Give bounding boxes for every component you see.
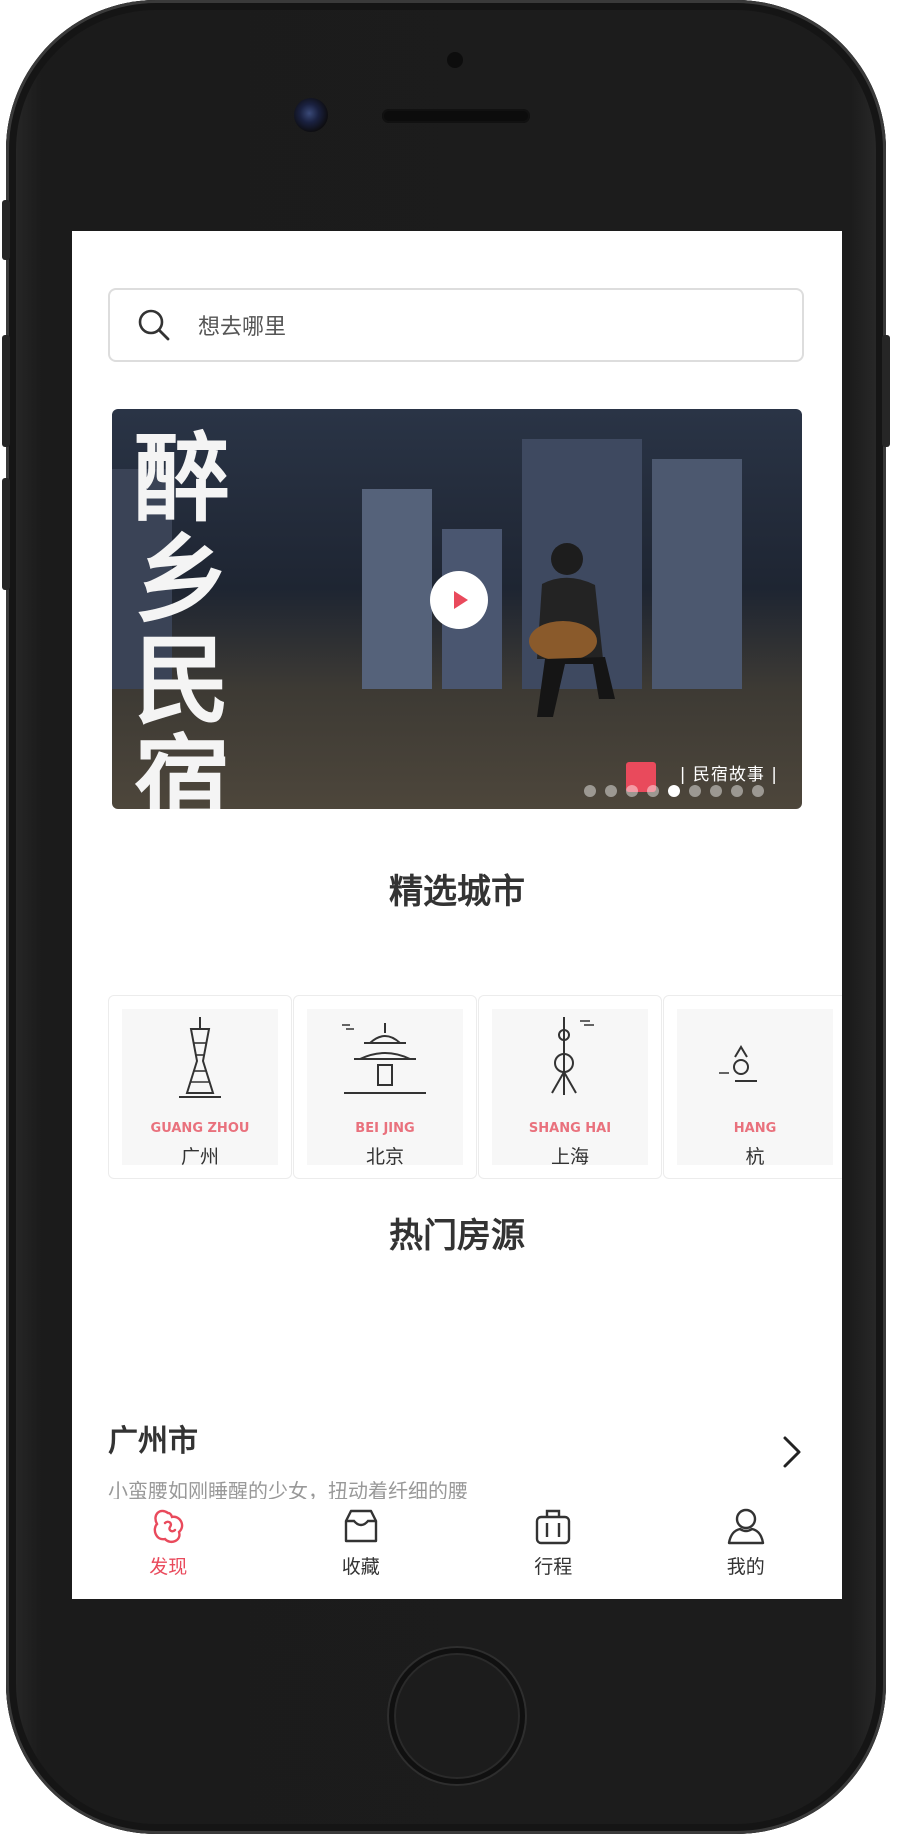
volume-up-button (2, 335, 10, 447)
carousel-dot[interactable] (731, 785, 743, 797)
search-bar[interactable]: 想去哪里 (108, 288, 804, 362)
carousel-dot[interactable] (584, 785, 596, 797)
city-name-en: GUANG ZHOU (150, 1121, 250, 1136)
tab-itinerary[interactable]: 行程 (457, 1499, 650, 1599)
city-card-image: GUANG ZHOU 广州 (122, 1009, 278, 1168)
carousel-dot[interactable] (752, 785, 764, 797)
pagoda-icon (719, 1045, 757, 1082)
pearl-tower-icon (551, 1017, 594, 1095)
carousel-dot[interactable] (605, 785, 617, 797)
background-building (652, 459, 742, 689)
city-name-cn: 北京 (365, 1146, 404, 1168)
city-card-hangzhou[interactable]: HANG 杭 (663, 995, 842, 1179)
chevron-right-icon[interactable] (779, 1432, 805, 1472)
volume-down-button (2, 478, 10, 590)
hero-banner[interactable]: 醉乡民宿 | 民宿故事 | (112, 409, 802, 809)
city-name-en: SHANG HAI (528, 1121, 612, 1136)
carousel-dot[interactable] (689, 785, 701, 797)
banner-headline: 醉乡民宿 (134, 422, 230, 809)
background-building (362, 489, 432, 689)
city-name-cn: 上海 (550, 1146, 589, 1168)
city-name-en: HANG (733, 1121, 777, 1136)
play-icon (454, 591, 468, 609)
city-name-cn: 广州 (180, 1146, 219, 1168)
canton-tower-icon (179, 1017, 221, 1098)
listing-city[interactable]: 广州市 (108, 1416, 198, 1460)
tab-label: 发现 (149, 1556, 188, 1578)
carousel-dot[interactable] (626, 785, 638, 797)
tab-label: 我的 (726, 1556, 765, 1578)
search-icon (138, 309, 170, 341)
featured-cities-carousel[interactable]: GUANG ZHOU 广州 BEI JING 北京 SHANG HAI 上海 H… (108, 995, 842, 1181)
play-button[interactable] (430, 571, 488, 629)
city-card-image: HANG 杭 (677, 1009, 833, 1168)
phone-frame: 想去哪里 醉乡民宿 | 民宿故事 | 精选城市 GUANG ZHOU 广州 BE… (2, 0, 890, 1834)
carousel-dot[interactable] (647, 785, 659, 797)
featured-cities-title: 精选城市 (389, 872, 525, 912)
tab-favorites[interactable]: 收藏 (265, 1499, 458, 1599)
tab-discover[interactable]: 发现 (72, 1499, 265, 1599)
temple-of-heaven-icon (342, 1023, 426, 1094)
mute-switch (2, 200, 10, 260)
favorites-icon (344, 1509, 377, 1543)
city-card-guangzhou[interactable]: GUANG ZHOU 广州 (108, 995, 292, 1179)
tab-label: 行程 (534, 1556, 573, 1578)
city-card-image: SHANG HAI 上海 (492, 1009, 648, 1168)
profile-icon (727, 1508, 764, 1545)
luggage-icon (536, 1509, 571, 1545)
city-card-shanghai[interactable]: SHANG HAI 上海 (478, 995, 662, 1179)
front-camera-icon (294, 98, 328, 132)
hot-listings-title: 热门房源 (389, 1216, 525, 1256)
carousel-dot[interactable] (710, 785, 722, 797)
power-button (882, 335, 890, 447)
city-card-image: BEI JING 北京 (307, 1009, 463, 1168)
bottom-tab-bar: 发现 收藏 行程 我的 (72, 1499, 842, 1599)
guitarist-silhouette (529, 543, 615, 717)
banner-caption: | 民宿故事 | (679, 765, 778, 785)
city-name-cn: 杭 (745, 1146, 765, 1168)
tab-label: 收藏 (341, 1556, 380, 1578)
carousel-indicator[interactable] (584, 785, 764, 797)
earpiece-speaker (382, 109, 530, 123)
app-screen: 想去哪里 醉乡民宿 | 民宿故事 | 精选城市 GUANG ZHOU 广州 BE… (72, 231, 842, 1599)
city-card-beijing[interactable]: BEI JING 北京 (293, 995, 477, 1179)
tab-profile[interactable]: 我的 (650, 1499, 843, 1599)
home-button[interactable] (389, 1648, 525, 1784)
proximity-sensor (447, 52, 463, 68)
discover-icon (153, 1509, 184, 1543)
city-name-en: BEI JING (355, 1121, 415, 1136)
carousel-dot[interactable] (668, 785, 680, 797)
search-placeholder: 想去哪里 (198, 315, 287, 340)
